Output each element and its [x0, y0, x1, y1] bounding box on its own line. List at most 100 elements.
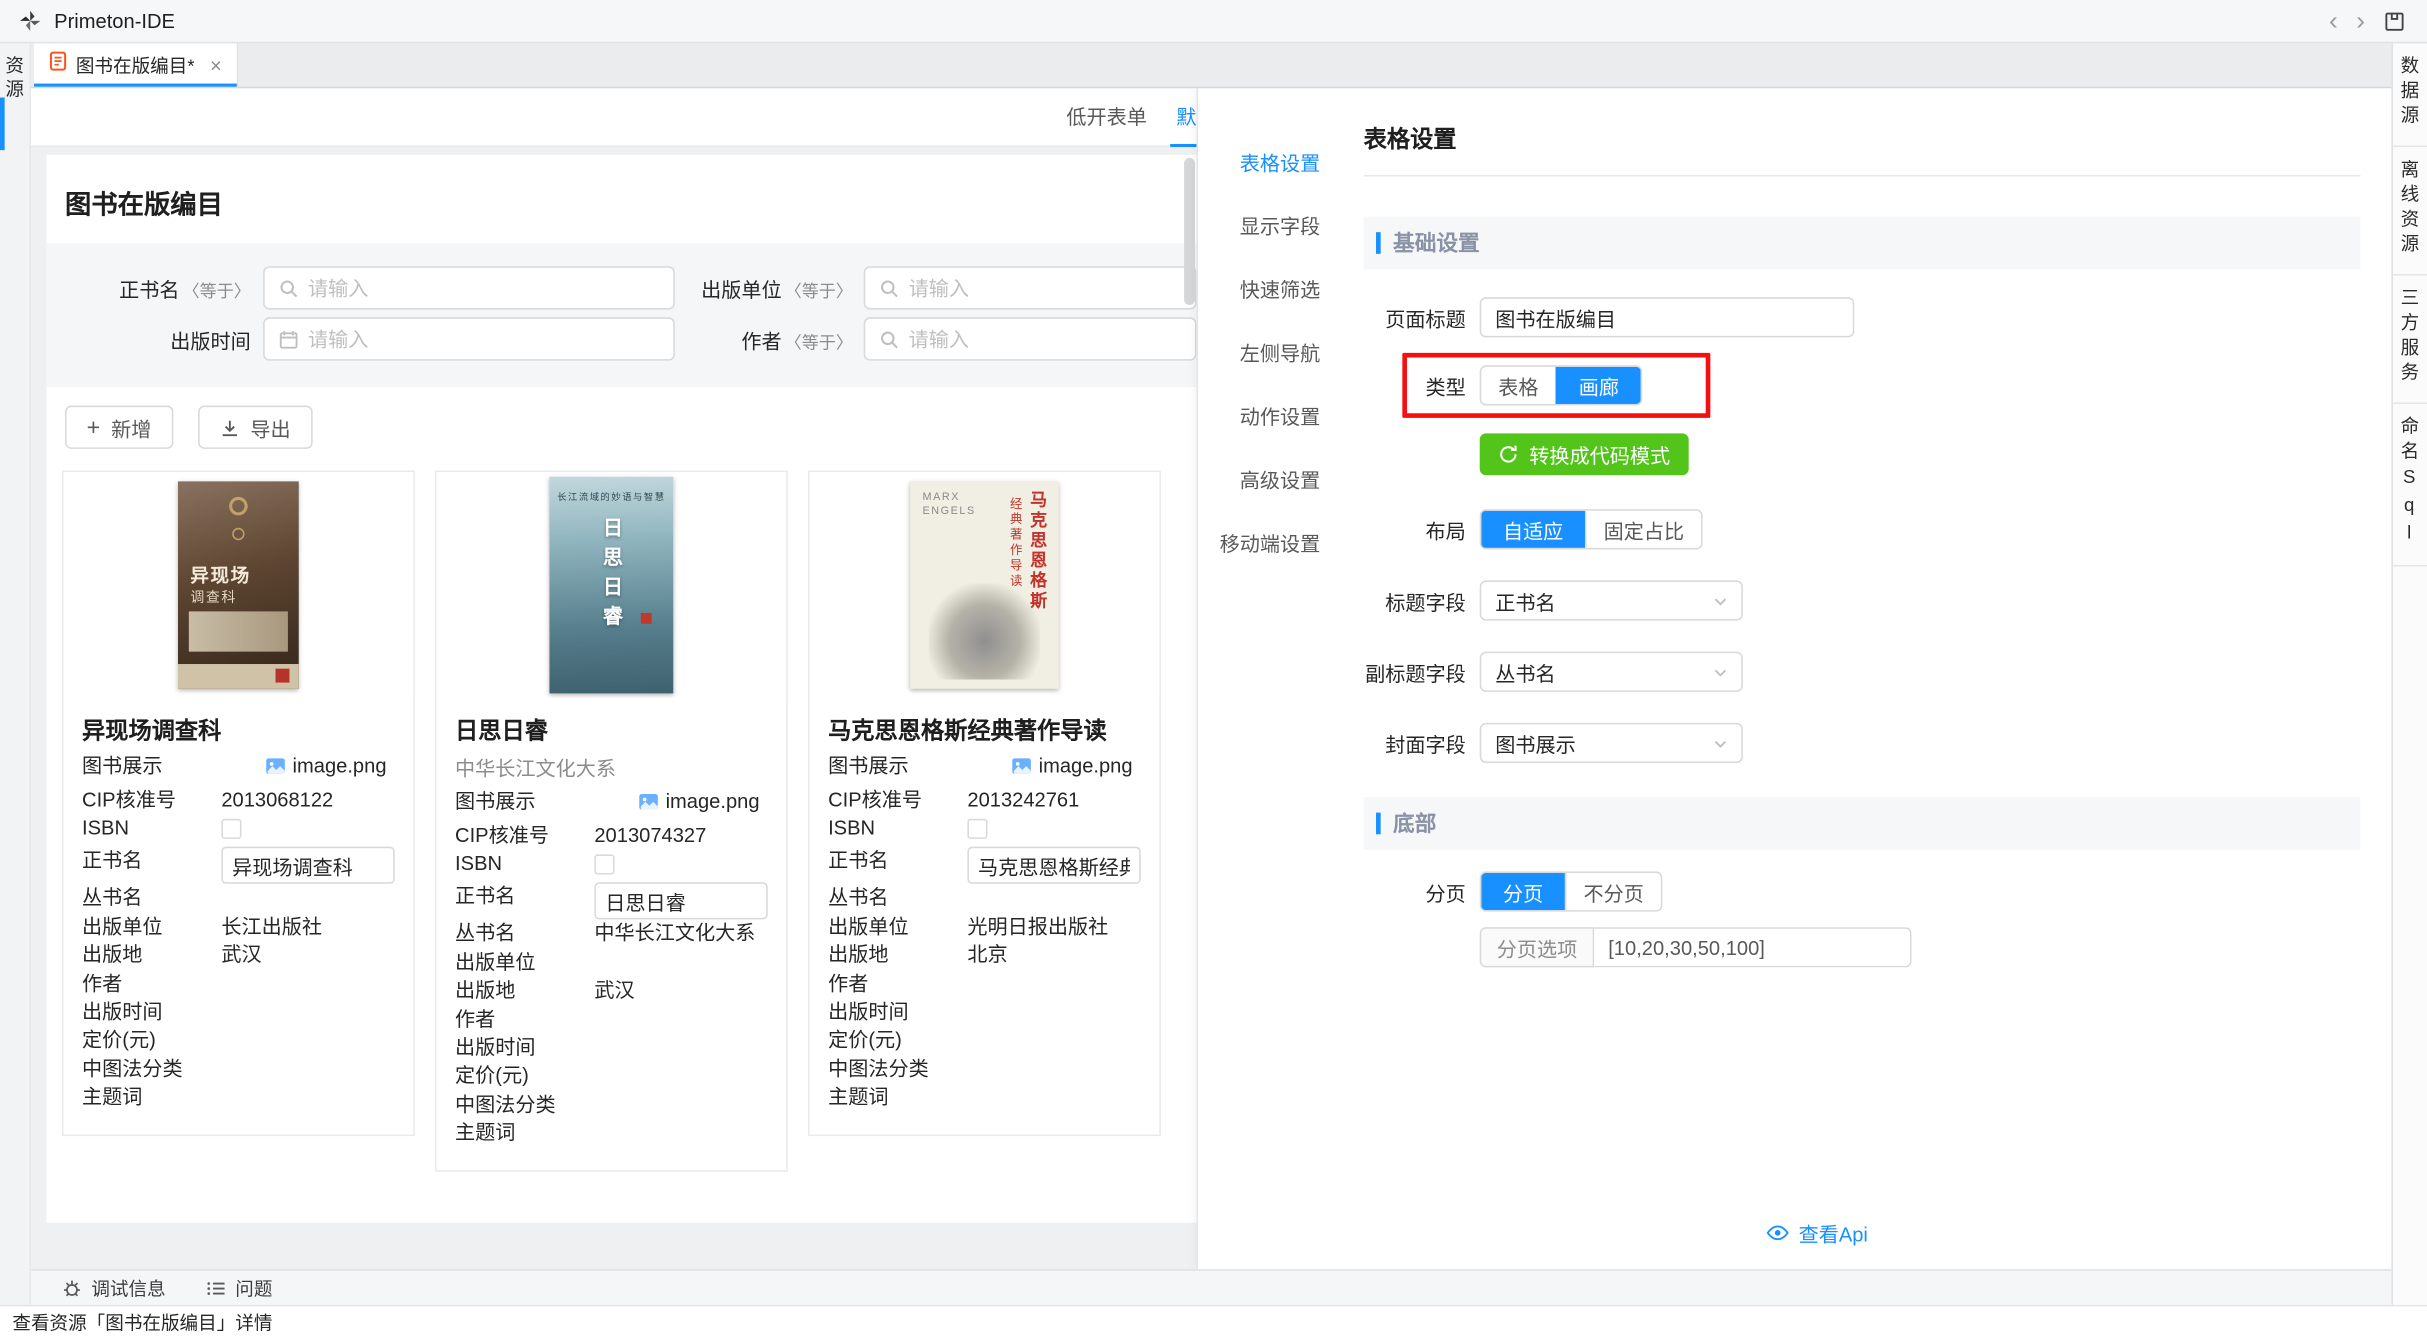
isbn-checkbox[interactable] — [967, 819, 987, 839]
card-field-row: 主题词 — [82, 1084, 395, 1112]
gallery-card[interactable]: 异现场 调查科 异现场调查科 — [62, 471, 415, 1136]
page-options-input[interactable] — [1594, 927, 1911, 967]
cover-field-label: 封面字段 — [1364, 728, 1466, 757]
field-value — [594, 850, 767, 883]
field-label: 出版单位 — [455, 949, 594, 977]
isbn-checkbox[interactable] — [594, 854, 614, 874]
chevron-down-icon — [1712, 734, 1729, 751]
pagination-option-paged[interactable]: 分页 — [1481, 873, 1565, 910]
type-option-table[interactable]: 表格 — [1481, 367, 1555, 404]
history-forward-icon[interactable]: › — [2356, 8, 2365, 34]
problems-button[interactable]: 问题 — [206, 1275, 273, 1301]
preview-tab-default[interactable]: 默认 — [1176, 88, 1196, 147]
card-field-row: CIP核准号 2013074327 — [455, 821, 768, 849]
layout-row: 布局 自适应 固定占比 — [1364, 509, 2361, 549]
scrollbar-thumb[interactable] — [1184, 158, 1195, 305]
gallery-card[interactable]: 长江流域的妙语与智慧 日思日睿 日思日睿 中华长江文化大系 — [435, 471, 788, 1172]
card-title: 日思日睿 — [455, 714, 768, 747]
card-field-row: 出版时间 — [455, 1034, 768, 1062]
nav-advanced-settings[interactable]: 高级设置 — [1198, 449, 1345, 512]
right-strip-tab[interactable]: 离线资源 — [2392, 147, 2427, 275]
right-sidebar-strip: 数据源 离线资源 三方服务 命名Sql — [2391, 43, 2427, 1304]
bottom-settings-section: 底部 — [1364, 797, 2361, 850]
nav-quick-filter[interactable]: 快速筛选 — [1198, 258, 1345, 321]
field-label: CIP核准号 — [828, 786, 967, 814]
view-api-link[interactable]: 查看Api — [1766, 1218, 1868, 1247]
pagination-option-unpaged[interactable]: 不分页 — [1565, 873, 1661, 910]
nav-mobile-settings[interactable]: 移动端设置 — [1198, 512, 1345, 575]
card-field-row: 正书名 — [82, 847, 395, 884]
preview-tabbar: 低开表单 默认 — [31, 88, 1197, 147]
section-accent — [1376, 813, 1381, 835]
card-field-row: 出版时间 — [828, 998, 1141, 1026]
title-field-select[interactable]: 正书名 — [1480, 580, 1743, 620]
field-value — [221, 847, 394, 884]
editor-tab[interactable]: 图书在版编目* × — [34, 43, 239, 86]
search-input-title[interactable] — [263, 266, 675, 309]
gallery-card[interactable]: MARX ENGELS 马克思恩格斯 经典著作导读 马克思恩格斯经典著作导读 — [808, 471, 1161, 1136]
card-field-row: ISBN — [455, 850, 768, 883]
type-option-gallery[interactable]: 画廊 — [1556, 367, 1641, 404]
right-strip-tab[interactable]: 命名Sql — [2392, 404, 2427, 567]
preview-tab-lowcode-form[interactable]: 低开表单 — [1066, 88, 1147, 147]
isbn-checkbox[interactable] — [221, 819, 241, 839]
nav-display-fields[interactable]: 显示字段 — [1198, 195, 1345, 258]
convert-code-button[interactable]: 转换成代码模式 — [1480, 433, 1689, 475]
search-input-publisher[interactable] — [864, 266, 1197, 309]
history-back-icon[interactable]: ‹ — [2329, 8, 2338, 34]
resources-panel-tab[interactable]: 资源 — [2, 56, 28, 102]
search-input-author[interactable] — [864, 317, 1197, 360]
field-label: 主题词 — [455, 1119, 594, 1147]
debug-info-button[interactable]: 调试信息 — [62, 1275, 166, 1301]
card-field-row: 作者 — [828, 970, 1141, 998]
status-text: 查看资源「图书在版编目」详情 — [12, 1309, 272, 1335]
card-field-row: 出版单位 长江出版社 — [82, 913, 395, 941]
book-cover-image: 长江流域的妙语与智慧 日思日睿 — [436, 472, 786, 698]
field-value — [967, 847, 1140, 884]
add-button[interactable]: + 新增 — [65, 406, 173, 449]
field-label: 图书展示 — [455, 788, 594, 816]
cover-field-select[interactable]: 图书展示 — [1480, 723, 1743, 763]
field-value: 中华长江文化大系 — [594, 920, 767, 948]
image-icon — [265, 756, 287, 778]
card-field-row: ISBN — [82, 814, 395, 847]
type-toggle: 表格 画廊 — [1480, 365, 1643, 405]
subtitle-field-label: 副标题字段 — [1364, 657, 1466, 686]
right-strip-tab[interactable]: 数据源 — [2392, 43, 2427, 147]
card-field-row: 出版时间 — [82, 998, 395, 1026]
nav-left-navigation[interactable]: 左侧导航 — [1198, 322, 1345, 385]
search-icon — [879, 278, 899, 298]
field-input[interactable] — [594, 883, 767, 920]
close-icon[interactable]: × — [210, 53, 222, 76]
export-button[interactable]: 导出 — [198, 406, 313, 449]
titlebar: Primeton-IDE ‹ › — [0, 0, 2427, 43]
table-toolbar: + 新增 导出 — [46, 387, 1196, 467]
card-title: 异现场调查科 — [82, 714, 395, 747]
field-label: 作者 — [455, 1006, 594, 1034]
field-input[interactable] — [967, 847, 1140, 884]
right-strip-tab[interactable]: 三方服务 — [2392, 276, 2427, 404]
plus-icon: + — [87, 416, 101, 439]
field-label: 出版单位 — [82, 913, 221, 941]
card-field-row: 主题词 — [828, 1084, 1141, 1112]
basic-settings-section: 基础设置 — [1364, 217, 2361, 270]
publish-date-input[interactable] — [263, 317, 675, 360]
card-fields: 图书展示 image.png — [82, 752, 395, 1112]
save-icon[interactable] — [2384, 10, 2406, 32]
field-value: 光明日报出版社 — [967, 913, 1140, 941]
field-label: 出版地 — [828, 941, 967, 969]
page-title: 图书在版编目 — [46, 155, 1196, 243]
layout-option-adaptive[interactable]: 自适应 — [1481, 511, 1585, 548]
subtitle-field-select[interactable]: 丛书名 — [1480, 652, 1743, 692]
settings-nav: 表格设置 显示字段 快速筛选 左侧导航 动作设置 高级设置 移动端设置 — [1198, 88, 1345, 1269]
page-title-input[interactable] — [1480, 297, 1855, 337]
layout-option-fixed[interactable]: 固定占比 — [1585, 511, 1701, 548]
nav-action-settings[interactable]: 动作设置 — [1198, 385, 1345, 448]
title-field-row: 标题字段 正书名 — [1364, 580, 2361, 620]
field-input[interactable] — [221, 847, 394, 884]
nav-table-settings[interactable]: 表格设置 — [1198, 132, 1345, 195]
editor-tabbar: 图书在版编目* × — [31, 43, 2391, 88]
card-field-row: 出版地 武汉 — [82, 941, 395, 969]
field-label: 定价(元) — [828, 1027, 967, 1055]
app-logo-icon — [19, 9, 42, 32]
